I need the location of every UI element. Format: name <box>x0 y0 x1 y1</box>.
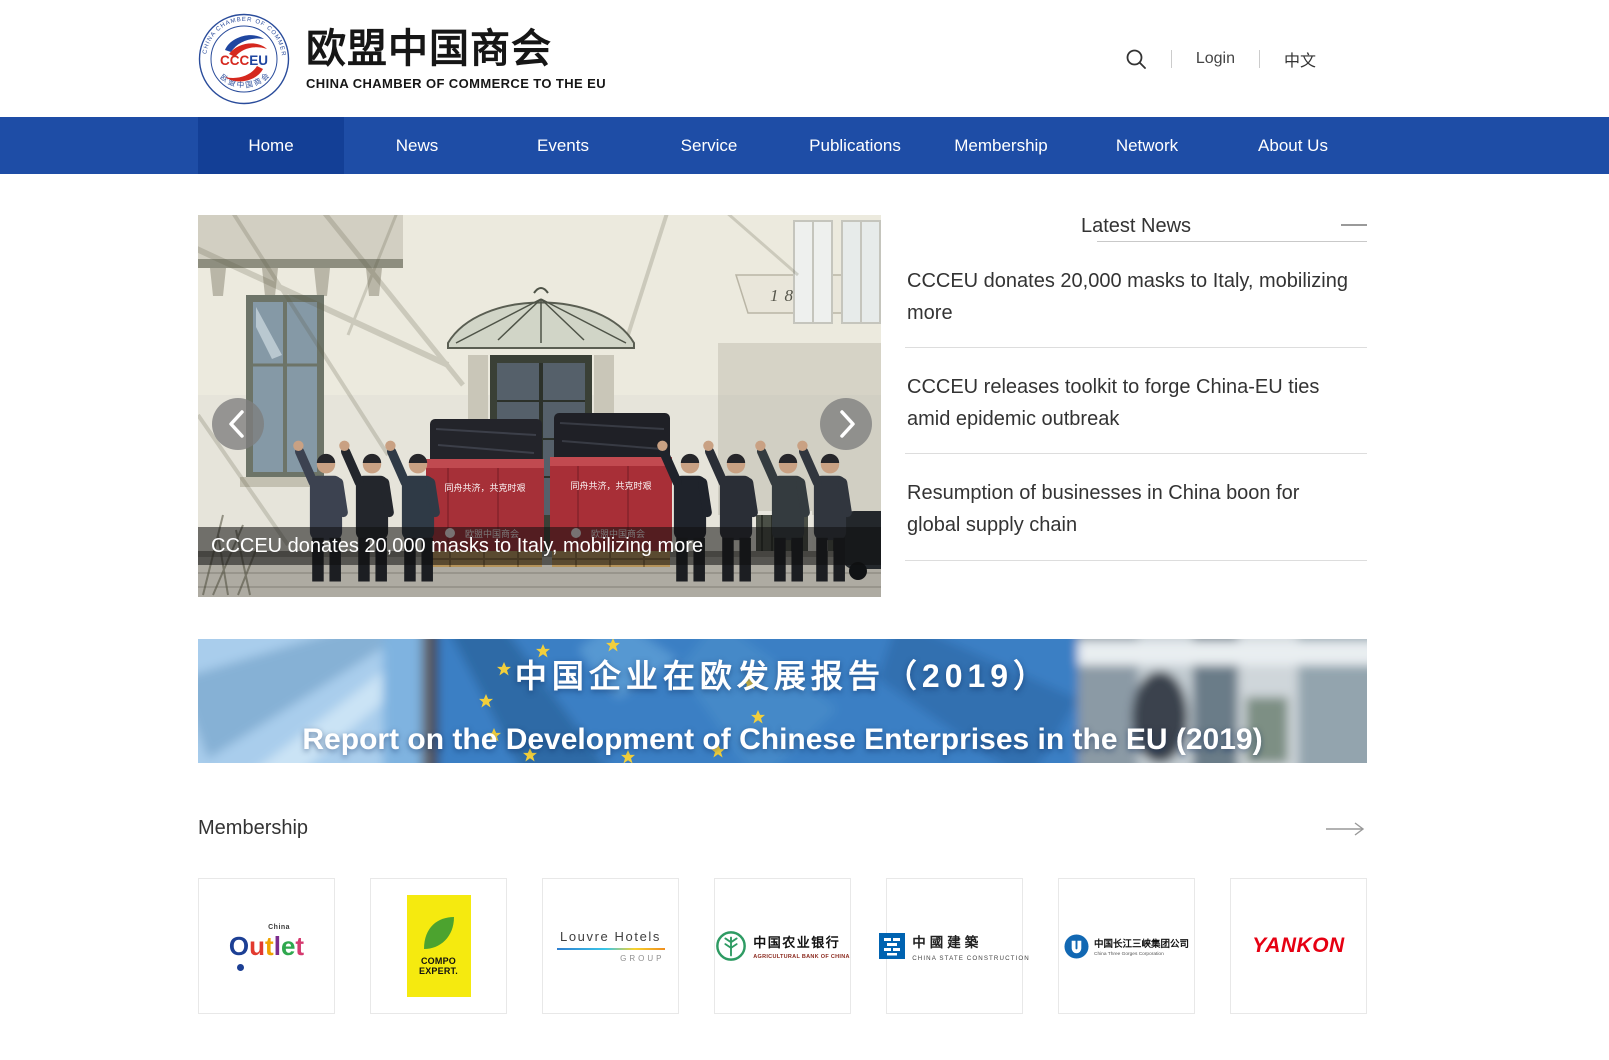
chevron-left-icon <box>212 398 264 450</box>
logo-letter: O <box>229 931 249 961</box>
nav-item-membership[interactable]: Membership <box>928 117 1074 174</box>
compo-expert-logo: COMPO EXPERT. <box>407 895 471 997</box>
member-card-outlet-china[interactable]: Outlet China <box>198 878 335 1014</box>
news-item[interactable]: Resumption of businesses in China boon f… <box>905 454 1367 560</box>
nav-item-service[interactable]: Service <box>636 117 782 174</box>
csc-name-en: CHINA STATE CONSTRUCTION <box>912 955 1030 962</box>
ctg-name-en: China Three Gorges Corporation <box>1094 952 1189 957</box>
member-card-china-state-construction[interactable]: 中國建築 CHINA STATE CONSTRUCTION <box>886 878 1023 1014</box>
logo-letter: e <box>281 931 295 961</box>
outlet-dot <box>237 964 244 971</box>
nav-item-events[interactable]: Events <box>490 117 636 174</box>
site-header: CHINA CHAMBER OF COMMERCE TO THE EU 欧盟中国… <box>198 0 1367 117</box>
membership-section-header: Membership <box>198 817 1367 840</box>
member-card-china-three-gorges[interactable]: 中国长江三峡集团公司 China Three Gorges Corporatio… <box>1058 878 1195 1014</box>
language-switch-link[interactable]: 中文 <box>1260 47 1340 71</box>
compo-line2: EXPERT. <box>419 967 458 977</box>
member-card-abc-bank[interactable]: 中国农业银行 AGRICULTURAL BANK OF CHINA <box>714 878 851 1014</box>
latest-news-divider <box>1097 241 1367 242</box>
csc-emblem <box>879 933 905 959</box>
abc-name-zh: 中国农业银行 <box>753 932 850 951</box>
carousel-caption[interactable]: CCCEU donates 20,000 masks to Italy, mob… <box>198 527 881 565</box>
carousel-prev-button[interactable] <box>212 398 264 450</box>
membership-title: Membership <box>198 817 308 840</box>
nav-item-home[interactable]: Home <box>198 117 344 174</box>
banner-title-en: Report on the Development of Chinese Ent… <box>198 723 1367 757</box>
nav-item-about-us[interactable]: About Us <box>1220 117 1366 174</box>
logo-letter: l <box>274 931 281 961</box>
ctg-emblem-icon <box>1064 934 1089 959</box>
abc-name-en: AGRICULTURAL BANK OF CHINA <box>753 954 850 960</box>
ctg-name-zh: 中国长江三峡集团公司 <box>1094 936 1189 950</box>
abc-bank-logo: 中国农业银行 AGRICULTURAL BANK OF CHINA <box>715 930 850 962</box>
seal-monogram-eu: EU <box>249 53 268 68</box>
wheat-emblem-icon <box>715 930 747 962</box>
csc-emblem-marks <box>879 933 905 959</box>
nav-item-network[interactable]: Network <box>1074 117 1220 174</box>
csc-name-zh: 中國建築 <box>912 931 1030 951</box>
pallet-banner-text: 同舟共济，共克时艰 <box>570 480 651 491</box>
nav-item-publications[interactable]: Publications <box>782 117 928 174</box>
latest-news-title: Latest News <box>905 215 1367 238</box>
news-item[interactable]: CCCEU releases toolkit to forge China-EU… <box>905 348 1367 454</box>
search-button[interactable] <box>1101 48 1171 70</box>
site-title-en: CHINA CHAMBER OF COMMERCE TO THE EU <box>306 76 606 91</box>
outlet-china-logo: Outlet China <box>229 931 304 962</box>
main-nav: Home News Events Service Publications Me… <box>0 117 1609 174</box>
yankon-logo: YANKON <box>1252 934 1344 958</box>
chevron-right-icon <box>820 398 872 450</box>
ccceu-seal-icon: CHINA CHAMBER OF COMMERCE TO THE EU 欧盟中国… <box>198 13 290 105</box>
louvre-gradient-line <box>557 948 665 950</box>
report-banner[interactable]: 中国企业在欧发展报告（2019） Report on the Developme… <box>198 639 1367 763</box>
ctg-logo: 中国长江三峡集团公司 China Three Gorges Corporatio… <box>1064 934 1189 959</box>
logo-letter: t <box>295 931 304 961</box>
site-title-zh: 欧盟中国商会 <box>306 27 606 71</box>
login-link[interactable]: Login <box>1172 50 1259 68</box>
carousel-next-button[interactable] <box>820 398 872 450</box>
louvre-hotels-logo: Louvre Hotels GROUP <box>557 929 665 963</box>
arrow-right-icon <box>1325 821 1367 837</box>
logo-letter: t <box>265 931 274 961</box>
louvre-group-label: GROUP <box>557 954 665 963</box>
latest-news-panel: Latest News CCCEU donates 20,000 masks t… <box>905 215 1367 597</box>
latest-news-more-dash[interactable] <box>1341 224 1367 226</box>
seal-monogram-ccc: CCC <box>220 53 249 68</box>
news-item[interactable]: CCCEU donates 20,000 masks to Italy, mob… <box>905 242 1367 348</box>
pallet-banner-text: 同舟共济，共克时艰 <box>444 482 525 493</box>
svg-text:CCCEU: CCCEU <box>220 53 268 68</box>
leaf-icon <box>422 915 456 951</box>
hero-carousel[interactable]: 1890 <box>198 215 881 597</box>
membership-more-arrow[interactable] <box>1325 821 1367 837</box>
logo-letter: u <box>249 931 265 961</box>
member-card-louvre-hotels[interactable]: Louvre Hotels GROUP <box>542 878 679 1014</box>
banner-title-zh: 中国企业在欧发展报告（2019） <box>198 651 1367 697</box>
csc-logo: 中國建築 CHINA STATE CONSTRUCTION <box>879 931 1030 962</box>
search-icon <box>1125 48 1147 70</box>
membership-logo-row: Outlet China COMPO EXPERT. Louvre Hotels… <box>198 878 1367 1014</box>
main-content: 1890 <box>198 215 1367 597</box>
site-logo[interactable]: CHINA CHAMBER OF COMMERCE TO THE EU 欧盟中国… <box>198 13 606 105</box>
header-utility-links: Login 中文 <box>1101 47 1367 71</box>
outlet-superscript: China <box>268 924 290 931</box>
nav-item-news[interactable]: News <box>344 117 490 174</box>
member-card-yankon[interactable]: YANKON <box>1230 878 1367 1014</box>
latest-news-header: Latest News <box>905 215 1367 242</box>
member-card-compo-expert[interactable]: COMPO EXPERT. <box>370 878 507 1014</box>
louvre-name: Louvre Hotels <box>560 929 661 944</box>
